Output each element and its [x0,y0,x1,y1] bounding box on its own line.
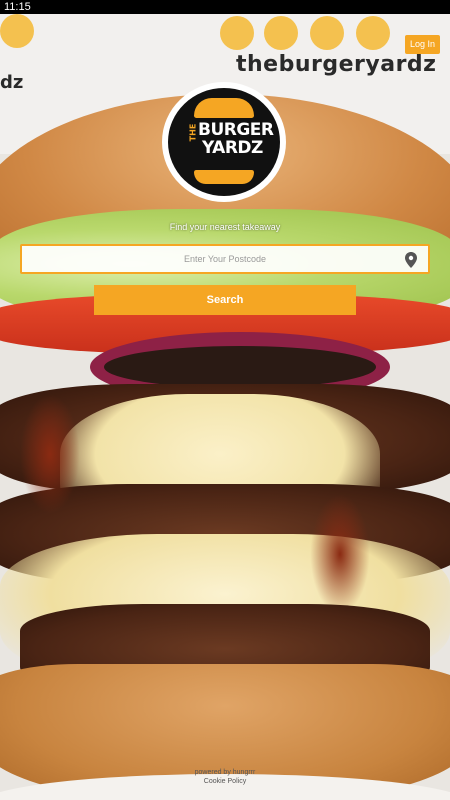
logo-badge: THE BURGER YARDZ [168,88,280,196]
logo-line2: YARDZ [202,138,263,158]
powered-by-text[interactable]: powered by hungrrr [0,768,450,777]
logo-bun-top-icon [194,98,254,118]
brand-logo: THE BURGER YARDZ [162,82,286,202]
status-bar: 11:15 [0,0,450,14]
burger-sauce [310,494,370,614]
search-button[interactable]: Search [94,285,356,315]
location-pin-icon[interactable] [404,252,418,268]
postcode-field[interactable] [20,244,430,274]
logo-line1: BURGER [198,120,274,140]
wall-circle-icon [310,16,344,50]
wall-circle-icon [264,16,298,50]
search-hint: Find your nearest takeaway [169,222,281,232]
status-time: 11:15 [4,1,31,13]
logo-the: THE [188,123,198,142]
powered-by: powered by hungrrr Cookie Policy [0,768,450,786]
cookie-policy-link[interactable]: Cookie Policy [0,777,450,786]
login-button[interactable]: Log In [405,35,440,54]
logo-bun-bottom-icon [194,170,254,184]
wall-text-left: dz [0,72,24,93]
wall-circle-icon [356,16,390,50]
burger-sauce [20,394,80,514]
wall-circle-icon [220,16,254,50]
postcode-input[interactable] [22,246,428,272]
wall-text: theburgeryardz [236,52,437,77]
wall-circle-icon [0,14,34,48]
